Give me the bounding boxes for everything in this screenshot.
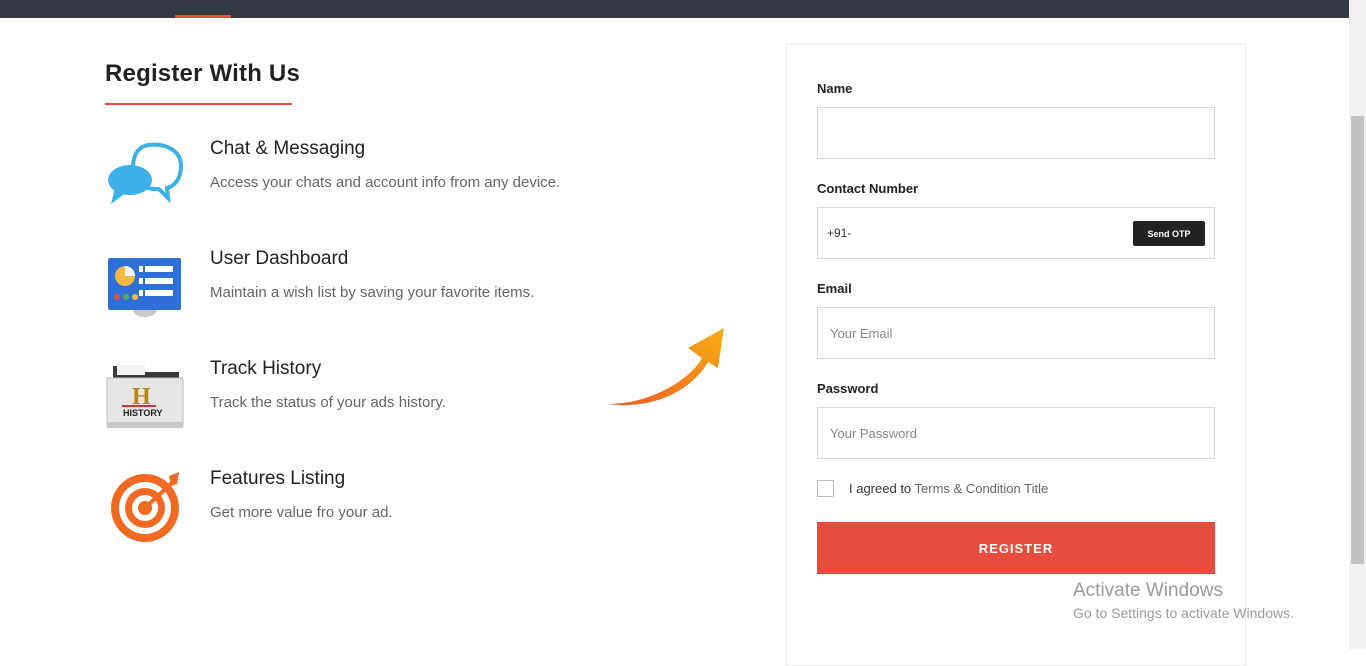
dashboard-icon <box>105 248 185 328</box>
target-icon <box>105 468 185 548</box>
activate-windows-subtitle: Go to Settings to activate Windows. <box>1073 605 1294 621</box>
scrollbar-thumb[interactable] <box>1351 116 1364 564</box>
history-folder-icon: H HISTORY <box>105 358 185 438</box>
history-icon-label: HISTORY <box>123 408 163 418</box>
name-label: Name <box>817 81 853 96</box>
password-label: Password <box>817 381 879 396</box>
feature-description: Access your chats and account info from … <box>210 174 561 191</box>
feature-description: Get more value fro your ad. <box>210 504 393 521</box>
feature-title: Features Listing <box>210 468 346 489</box>
password-input[interactable] <box>817 407 1215 459</box>
feature-title: Chat & Messaging <box>210 138 366 159</box>
feature-user-dashboard: User Dashboard Maintain a wish list by s… <box>105 248 625 328</box>
feature-title: User Dashboard <box>210 248 349 269</box>
top-navigation-bar <box>0 0 1349 18</box>
name-input[interactable] <box>817 107 1215 159</box>
agree-text: I agreed to <box>849 481 912 496</box>
feature-features-listing: Features Listing Get more value fro your… <box>105 468 625 548</box>
feature-title: Track History <box>210 358 322 379</box>
chat-bubbles-icon <box>105 138 185 218</box>
title-underline <box>105 103 292 105</box>
active-nav-indicator <box>175 15 231 18</box>
feature-description: Track the status of your ads history. <box>210 394 446 411</box>
feature-chat-messaging: Chat & Messaging Access your chats and a… <box>105 138 625 218</box>
email-input[interactable] <box>817 307 1215 359</box>
terms-link[interactable]: Terms & Condition Title <box>915 481 1049 496</box>
terms-agreement-text: I agreed to Terms & Condition Title <box>849 481 1048 496</box>
register-button[interactable]: REGISTER <box>817 522 1215 574</box>
contact-number-label: Contact Number <box>817 181 919 196</box>
section-title: Register With Us <box>105 60 301 87</box>
page-scrollbar[interactable] <box>1349 0 1366 649</box>
terms-checkbox[interactable] <box>817 480 834 497</box>
feature-track-history: H HISTORY Track History Track the status… <box>105 358 625 438</box>
feature-description: Maintain a wish list by saving your favo… <box>210 284 535 301</box>
curved-arrow-icon <box>608 328 724 406</box>
activate-windows-title: Activate Windows <box>1073 580 1223 601</box>
email-label: Email <box>817 281 852 296</box>
send-otp-button[interactable]: Send OTP <box>1133 221 1205 246</box>
